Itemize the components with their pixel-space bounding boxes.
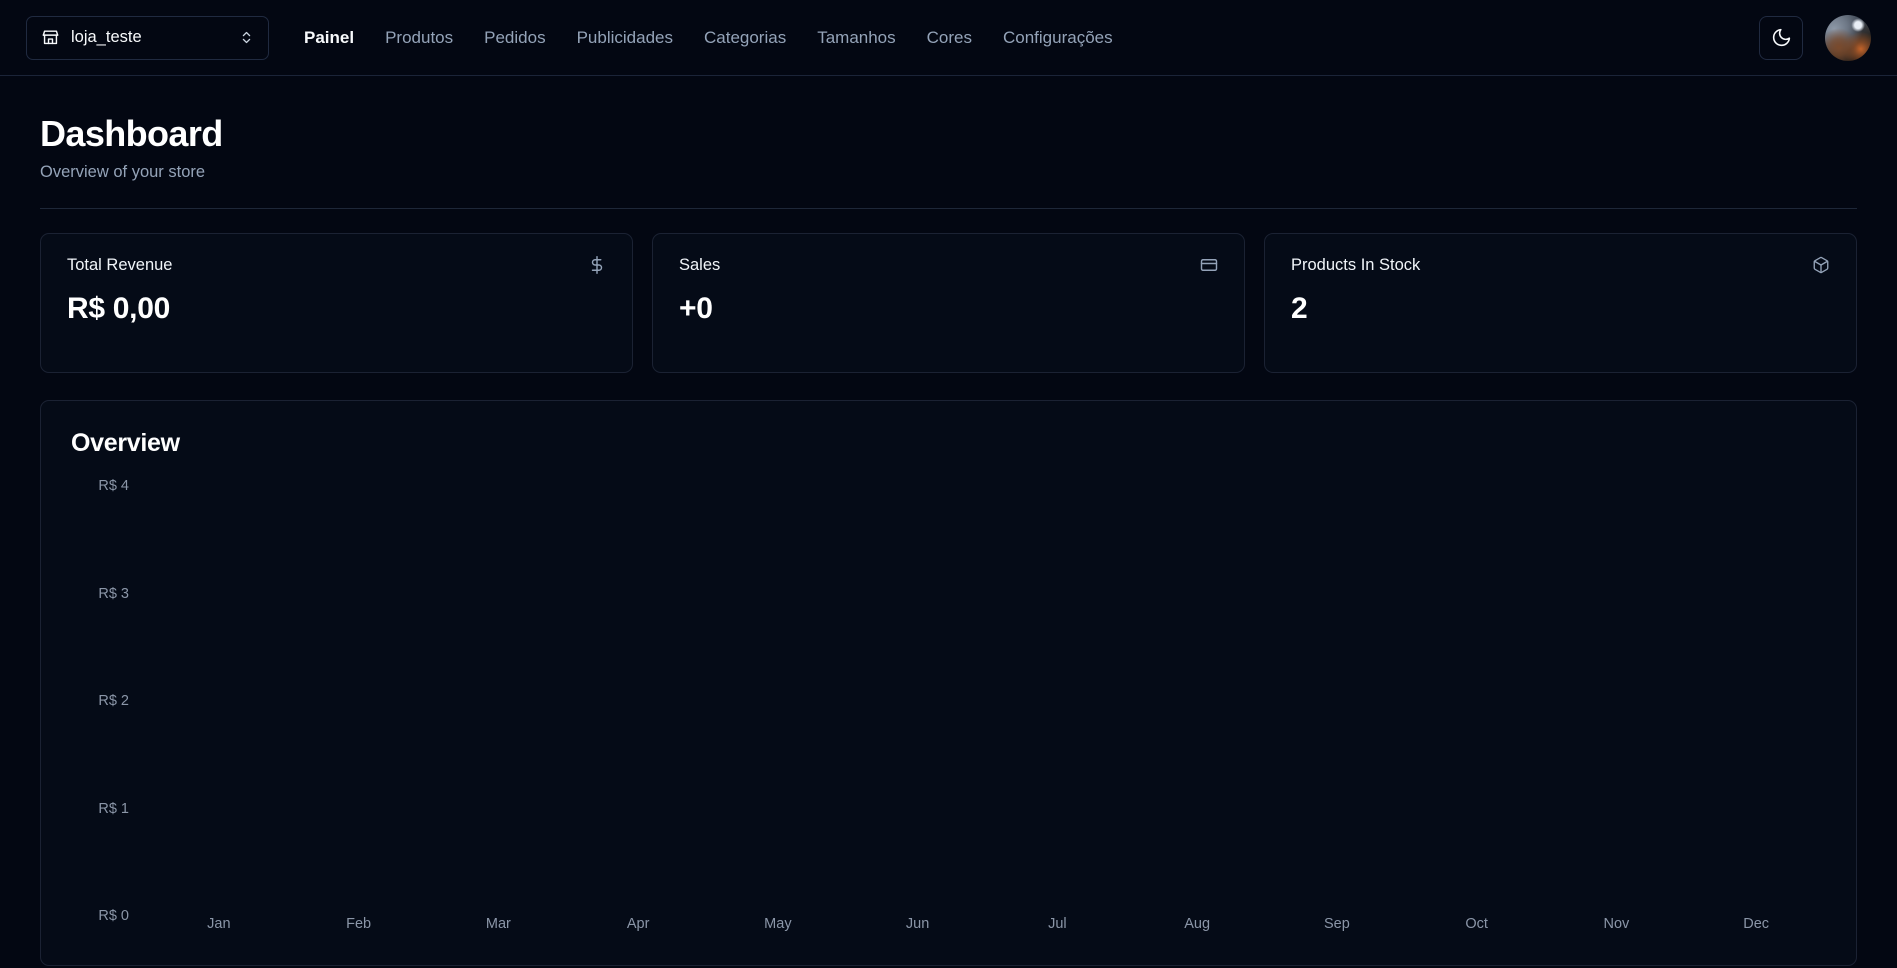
chart-x-tick: Dec bbox=[1743, 916, 1770, 933]
page-title: Dashboard bbox=[40, 113, 223, 154]
chart-y-tick: R$ 4 bbox=[98, 478, 129, 495]
stat-label: Products In Stock bbox=[1291, 256, 1421, 275]
chevrons-up-down-icon bbox=[239, 30, 254, 45]
page-header: Dashboard Overview of your store bbox=[40, 76, 1857, 208]
stat-label: Sales bbox=[679, 256, 721, 275]
chart-x-tick: May bbox=[764, 916, 792, 933]
stat-cards-row: Total Revenue R$ 0,00 Sales +0 Products … bbox=[40, 233, 1857, 374]
stat-label: Total Revenue bbox=[67, 256, 173, 275]
header-divider bbox=[40, 208, 1857, 210]
page-content: Dashboard Overview of your store Total R… bbox=[0, 76, 1897, 967]
nav-item-categorias[interactable]: Categorias bbox=[704, 28, 786, 48]
chart-y-tick: R$ 0 bbox=[98, 908, 129, 925]
stat-value: R$ 0,00 bbox=[67, 292, 170, 326]
moon-icon bbox=[1771, 27, 1792, 48]
credit-card-icon bbox=[1200, 256, 1218, 274]
stat-card-total-revenue: Total Revenue R$ 0,00 bbox=[40, 233, 633, 374]
chart-y-tick: R$ 3 bbox=[98, 585, 129, 602]
stat-value: 2 bbox=[1291, 292, 1308, 326]
nav-item-tamanhos[interactable]: Tamanhos bbox=[817, 28, 895, 48]
app-header: loja_teste Painel Produtos Pedidos Publi… bbox=[0, 0, 1897, 76]
stat-card-sales: Sales +0 bbox=[652, 233, 1245, 374]
theme-toggle-button[interactable] bbox=[1759, 15, 1803, 60]
overview-card: Overview R$ 4 R$ 3 R$ 2 R$ 1 R$ 0 Jan Feb Mar A… bbox=[40, 400, 1857, 967]
chart-x-tick: Sep bbox=[1323, 916, 1350, 933]
overview-title: Overview bbox=[71, 429, 180, 458]
header-actions bbox=[1759, 14, 1871, 61]
main-navigation: Painel Produtos Pedidos Publicidades Cat… bbox=[304, 28, 1113, 48]
nav-item-produtos[interactable]: Produtos bbox=[385, 28, 453, 48]
dollar-sign-icon bbox=[588, 256, 606, 275]
chart-x-tick: Oct bbox=[1465, 916, 1488, 933]
page-subtitle: Overview of your store bbox=[40, 163, 206, 182]
nav-item-configuracoes[interactable]: Configurações bbox=[1003, 28, 1113, 48]
chart-x-tick: Apr bbox=[626, 916, 650, 933]
chart-x-tick: Feb bbox=[346, 916, 372, 933]
chart-x-axis: Jan Feb Mar Apr May Jun Jul Aug Sep Oct Nov Dec bbox=[149, 916, 1826, 932]
chart-y-tick: R$ 2 bbox=[98, 693, 129, 710]
nav-item-painel[interactable]: Painel bbox=[304, 28, 354, 48]
chart-x-tick: Aug bbox=[1184, 916, 1211, 933]
store-switcher-label: loja_teste bbox=[71, 28, 142, 46]
stat-card-header: Products In Stock bbox=[1291, 256, 1830, 275]
package-icon bbox=[1812, 256, 1830, 274]
chart-plot-area: Jan Feb Mar Apr May Jun Jul Aug Sep Oct Nov Dec bbox=[149, 486, 1826, 932]
store-switcher[interactable]: loja_teste bbox=[26, 15, 269, 60]
avatar[interactable] bbox=[1825, 14, 1871, 61]
stat-value: +0 bbox=[679, 292, 713, 326]
nav-item-cores[interactable]: Cores bbox=[927, 28, 972, 48]
storefront-icon bbox=[41, 28, 60, 47]
nav-item-publicidades[interactable]: Publicidades bbox=[577, 28, 673, 48]
overview-bar-chart: R$ 4 R$ 3 R$ 2 R$ 1 R$ 0 Jan Feb Mar Apr May Jun J… bbox=[71, 478, 1826, 932]
chart-y-axis: R$ 4 R$ 3 R$ 2 R$ 1 R$ 0 bbox=[71, 478, 129, 924]
chart-x-tick: Mar bbox=[485, 916, 511, 933]
stat-card-header: Sales bbox=[679, 256, 1218, 275]
chart-x-tick: Jul bbox=[1048, 916, 1067, 933]
chart-x-tick: Nov bbox=[1603, 916, 1630, 933]
chart-y-tick: R$ 1 bbox=[98, 800, 129, 817]
chart-x-tick: Jan bbox=[207, 916, 231, 933]
chart-x-tick: Jun bbox=[905, 916, 930, 933]
stat-card-header: Total Revenue bbox=[67, 256, 606, 275]
stat-card-products-in-stock: Products In Stock 2 bbox=[1264, 233, 1857, 374]
nav-item-pedidos[interactable]: Pedidos bbox=[484, 28, 545, 48]
